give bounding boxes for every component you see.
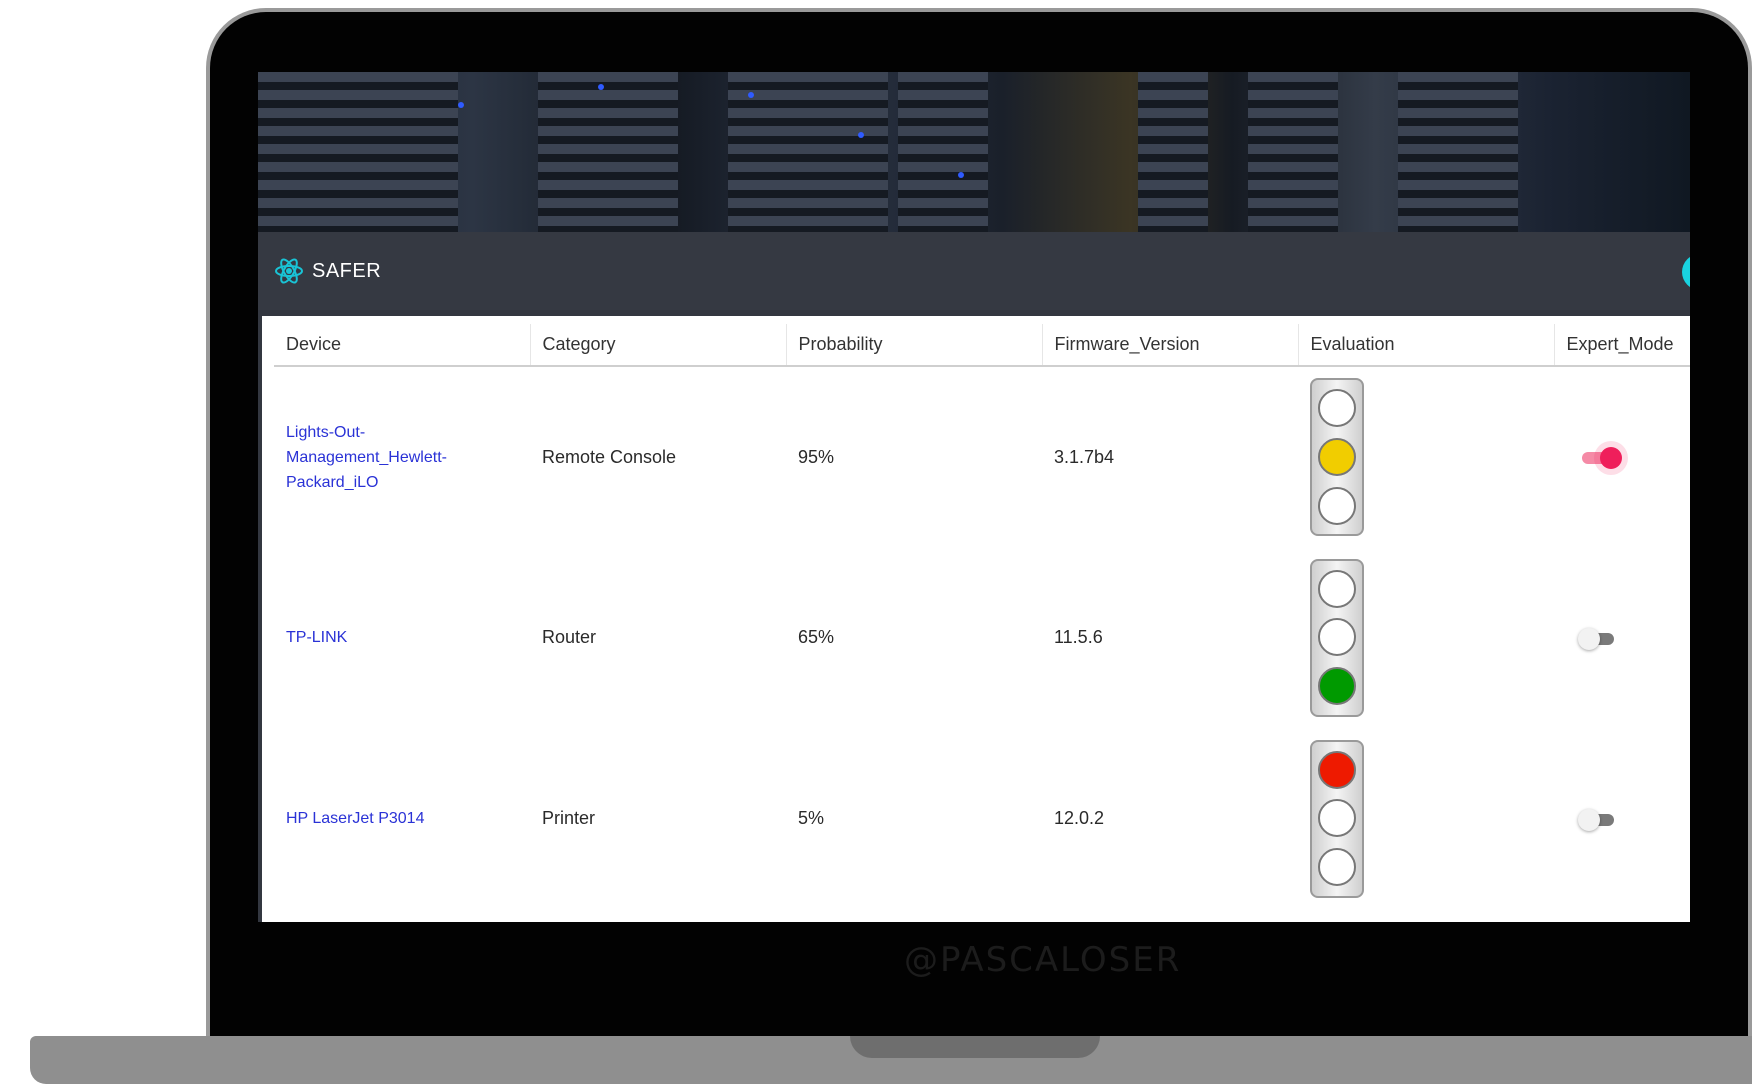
table-header-row: Device Category Probability Firmware_Ver…	[274, 324, 1690, 367]
traffic-lamp-top	[1318, 569, 1356, 608]
firmware-cell: 3.1.7b4	[1054, 446, 1115, 467]
firmware-cell: 11.5.6	[1054, 627, 1103, 647]
column-header-evaluation[interactable]: Evaluation	[1297, 324, 1554, 367]
traffic-lamp-bottom	[1318, 848, 1356, 887]
category-cell: Printer	[542, 808, 596, 828]
traffic-light-icon	[1310, 558, 1364, 717]
atom-logo-icon	[275, 258, 303, 284]
watermark: @PASCALOSER	[904, 940, 1182, 980]
probability-cell: 5%	[798, 808, 825, 828]
app-title: SAFER	[312, 259, 382, 282]
traffic-lamp-bottom	[1318, 667, 1356, 706]
evaluation-cell	[1298, 366, 1554, 547]
traffic-lamp-middle	[1318, 618, 1356, 657]
device-link[interactable]: TP-LINK	[274, 547, 530, 728]
traffic-light-icon	[1310, 378, 1364, 536]
column-header-probability[interactable]: Probability	[785, 324, 1042, 367]
expert-mode-toggle[interactable]	[1578, 808, 1618, 831]
column-header-device[interactable]: Device	[274, 324, 530, 367]
device-link[interactable]: HP LaserJet P3014	[274, 728, 530, 909]
table-row: HP LaserJet P3014 Printer 5% 12.0.2	[274, 728, 1690, 909]
column-header-category[interactable]: Category	[529, 324, 786, 367]
toggle-thumb[interactable]	[1578, 627, 1600, 650]
column-header-firmware-version[interactable]: Firmware_Version	[1041, 324, 1298, 367]
expert-mode-cell	[1554, 728, 1690, 909]
table-row: TP-LINK Router 65% 11.5.6	[274, 547, 1690, 728]
app-screen: SAFER Device Category Probability Firmwa…	[258, 72, 1690, 922]
traffic-light-icon	[1310, 739, 1364, 898]
expert-mode-toggle[interactable]	[1578, 447, 1622, 469]
traffic-lamp-middle	[1318, 799, 1356, 838]
device-table-panel: Device Category Probability Firmware_Ver…	[262, 316, 1690, 922]
evaluation-cell	[1298, 728, 1554, 909]
expert-mode-toggle[interactable]	[1578, 627, 1618, 650]
firmware-cell: 12.0.2	[1054, 808, 1105, 828]
category-cell: Router	[542, 627, 597, 647]
expert-mode-cell	[1554, 547, 1690, 728]
column-header-expert-mode[interactable]: Expert_Mode	[1553, 324, 1690, 367]
app-bar: SAFER	[258, 232, 1690, 310]
device-table: Device Category Probability Firmware_Ver…	[274, 324, 1690, 909]
expert-mode-cell	[1554, 366, 1690, 547]
traffic-lamp-bottom	[1318, 486, 1356, 525]
device-link[interactable]: Lights-Out-Management_Hewlett-Packard_iL…	[274, 366, 530, 547]
traffic-lamp-middle	[1318, 437, 1356, 476]
traffic-lamp-top	[1318, 750, 1356, 789]
header-banner-image	[258, 72, 1690, 232]
category-cell: Remote Console	[542, 446, 677, 467]
traffic-lamp-top	[1318, 389, 1356, 428]
laptop-notch	[850, 1036, 1100, 1058]
evaluation-cell	[1298, 547, 1554, 728]
probability-cell: 95%	[798, 446, 835, 467]
probability-cell: 65%	[798, 627, 835, 647]
toggle-thumb[interactable]	[1600, 447, 1622, 469]
table-row: Lights-Out-Management_Hewlett-Packard_iL…	[274, 366, 1690, 547]
appbar-action-button[interactable]	[1682, 254, 1690, 290]
toggle-thumb[interactable]	[1578, 808, 1600, 831]
